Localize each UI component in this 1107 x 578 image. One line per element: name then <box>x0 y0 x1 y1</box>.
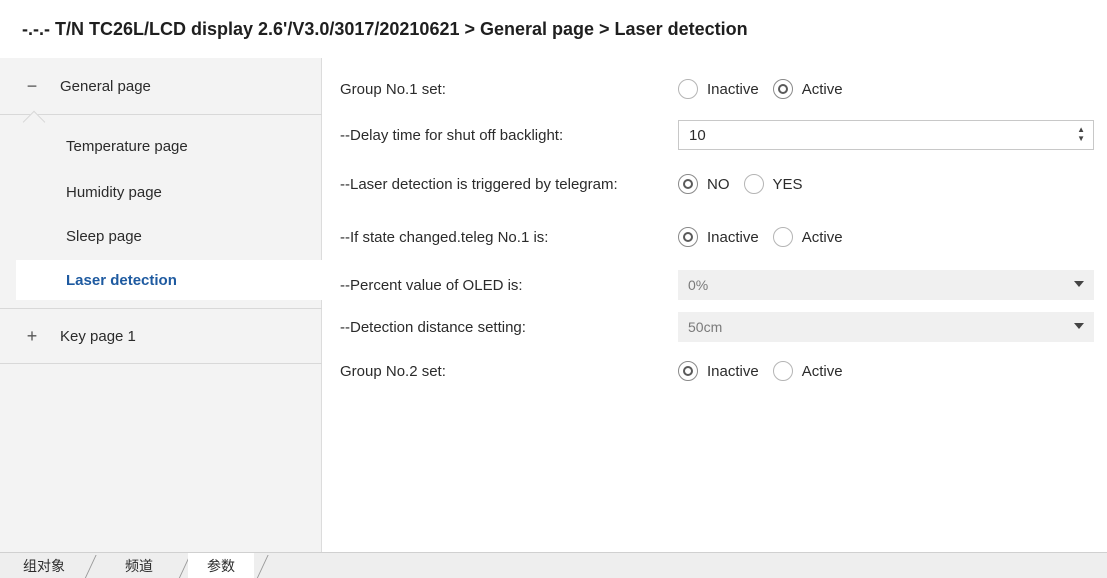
parameter-panel: Group No.1 set: Inactive Active --Delay … <box>322 58 1107 552</box>
laser-trigger-radio-group: NO YES <box>678 174 817 194</box>
spin-down-icon[interactable]: ▼ <box>1077 134 1085 143</box>
param-distance: --Detection distance setting: 50cm <box>322 312 1107 342</box>
spin-up-icon[interactable]: ▲ <box>1077 125 1085 134</box>
param-label: --Laser detection is triggered by telegr… <box>340 175 618 193</box>
radio-circle <box>678 79 698 99</box>
laser-trigger-yes-radio[interactable]: YES <box>743 174 803 194</box>
group2-radio-group: Inactive Active <box>678 361 857 381</box>
sidebar-group-general[interactable]: − General page <box>0 58 322 114</box>
tab-group-objects[interactable]: 组对象 <box>14 553 74 578</box>
param-label: --If state changed.teleg No.1 is: <box>340 228 549 246</box>
select-value: 50cm <box>688 319 723 335</box>
percent-select[interactable]: 0% <box>678 270 1094 300</box>
expand-icon[interactable]: + <box>0 326 60 347</box>
param-delay: --Delay time for shut off backlight: 10 … <box>322 120 1107 150</box>
sidebar-item-laser-detection[interactable]: Laser detection <box>16 260 322 300</box>
param-group2: Group No.2 set: Inactive Active <box>322 356 1107 386</box>
radio-label: YES <box>772 175 803 193</box>
chevron-down-icon[interactable] <box>1074 323 1084 329</box>
laser-trigger-no-radio[interactable]: NO <box>678 174 730 194</box>
radio-circle-checked <box>772 79 793 99</box>
param-percent: --Percent value of OLED is: 0% <box>322 270 1107 300</box>
param-group1: Group No.1 set: Inactive Active <box>322 74 1107 104</box>
state-changed-radio-group: Inactive Active <box>678 227 857 247</box>
radio-label: Active <box>801 80 843 98</box>
group2-active-radio[interactable]: Active <box>772 361 843 381</box>
radio-label: NO <box>707 175 730 193</box>
delay-spinbox[interactable]: 10 ▲ ▼ <box>678 120 1094 150</box>
group1-inactive-radio[interactable]: Inactive <box>678 79 759 99</box>
radio-circle-checked <box>678 227 698 247</box>
state-active-radio[interactable]: Active <box>772 227 843 247</box>
distance-select[interactable]: 50cm <box>678 312 1094 342</box>
radio-label: Active <box>801 228 843 246</box>
tab-parameters[interactable]: 参数 <box>188 553 254 578</box>
select-value: 0% <box>688 277 709 293</box>
param-laser-trigger: --Laser detection is triggered by telegr… <box>322 164 1107 204</box>
tab-divider <box>84 555 97 578</box>
sidebar-group-label: General page <box>60 77 151 95</box>
sidebar-item-humidity[interactable]: Humidity page <box>0 172 322 212</box>
param-label: --Delay time for shut off backlight: <box>340 126 564 144</box>
state-inactive-radio[interactable]: Inactive <box>678 227 759 247</box>
bottom-tab-bar: 组对象 频道 参数 <box>0 552 1107 578</box>
radio-label: Active <box>801 362 843 380</box>
group1-active-radio[interactable]: Active <box>772 79 843 99</box>
radio-circle <box>772 361 793 381</box>
sidebar-item-sleep[interactable]: Sleep page <box>0 216 322 256</box>
spinbox-value: 10 <box>689 126 706 144</box>
radio-circle-checked <box>678 361 698 381</box>
breadcrumb: -.-.- T/N TC26L/LCD display 2.6'/V3.0/30… <box>22 18 748 39</box>
sidebar: − General page Temperature page Humidity… <box>0 58 322 552</box>
radio-circle-checked <box>678 174 698 194</box>
param-label: Group No.1 set: <box>340 80 446 98</box>
group2-inactive-radio[interactable]: Inactive <box>678 361 759 381</box>
radio-label: Inactive <box>707 362 759 380</box>
radio-label: Inactive <box>707 80 759 98</box>
divider <box>0 363 322 364</box>
radio-label: Inactive <box>707 228 759 246</box>
param-state-changed: --If state changed.teleg No.1 is: Inacti… <box>322 222 1107 252</box>
radio-circle <box>772 227 793 247</box>
sidebar-group-key-page[interactable]: + Key page 1 <box>0 309 322 363</box>
group1-radio-group: Inactive Active <box>678 79 857 99</box>
param-label: --Detection distance setting: <box>340 318 526 336</box>
collapse-icon[interactable]: − <box>0 76 60 97</box>
tab-divider <box>256 555 269 578</box>
param-label: Group No.2 set: <box>340 362 446 380</box>
sidebar-item-temperature[interactable]: Temperature page <box>0 126 322 166</box>
param-label: --Percent value of OLED is: <box>340 276 523 294</box>
sidebar-group-label: Key page 1 <box>60 327 136 345</box>
radio-circle <box>743 174 764 194</box>
divider <box>0 114 322 115</box>
chevron-down-icon[interactable] <box>1074 281 1084 287</box>
tab-channels[interactable]: 频道 <box>106 553 172 578</box>
spinbox-arrows[interactable]: ▲ ▼ <box>1077 125 1085 143</box>
